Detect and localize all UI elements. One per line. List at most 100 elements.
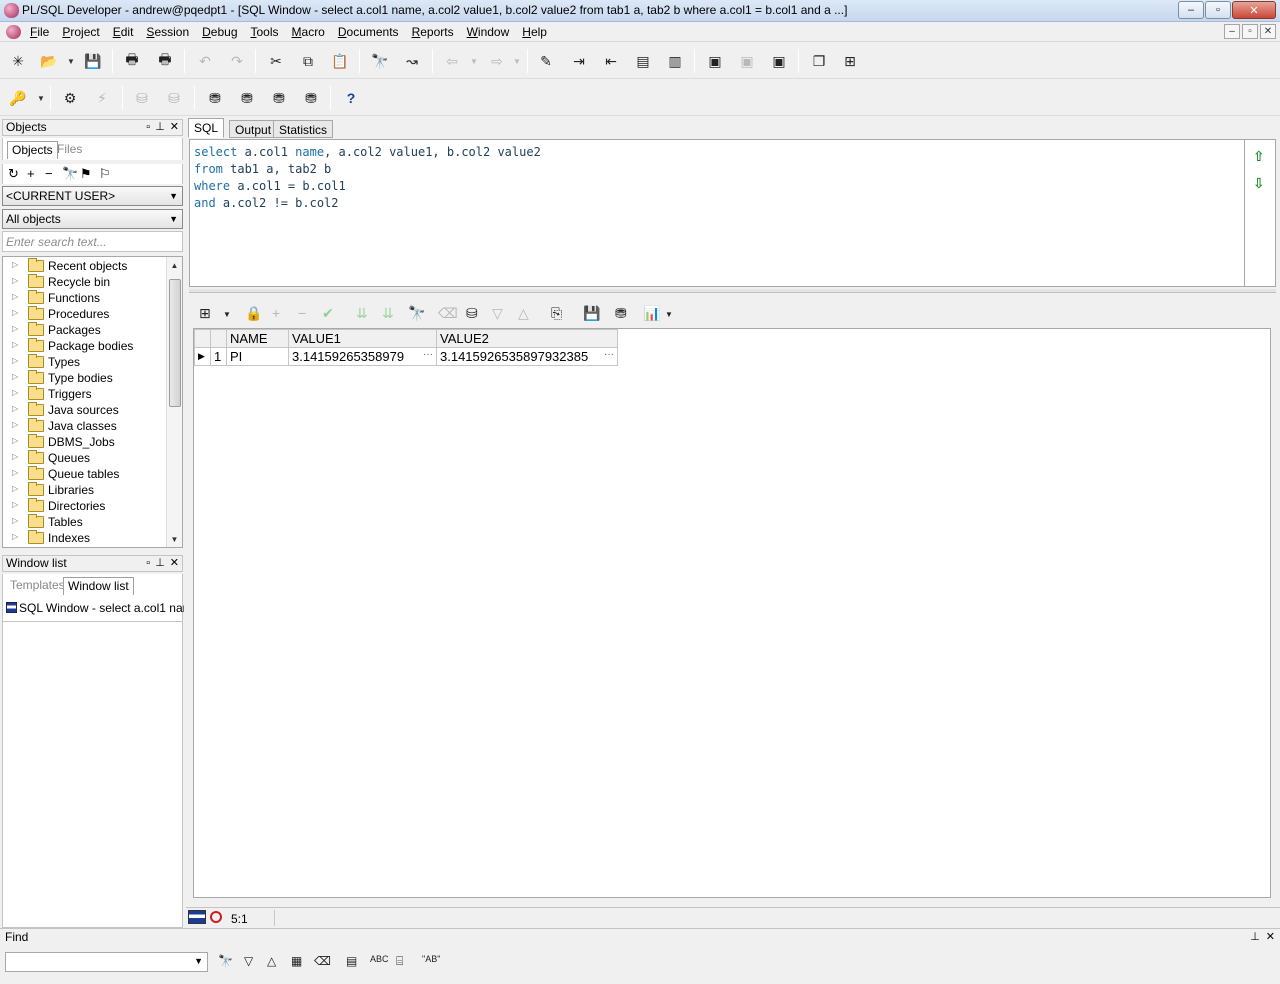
next-page-icon[interactable]: ⇊ xyxy=(356,305,368,322)
redo-icon[interactable]: ↷ xyxy=(227,51,247,71)
owner-combo[interactable]: <CURRENT USER> ▼ xyxy=(2,186,183,206)
panel-close-icon[interactable]: ✕ xyxy=(1266,930,1275,943)
execute-icon[interactable]: ⚙ xyxy=(60,88,80,108)
tree-item[interactable]: ▷ DBMS_Jobs xyxy=(3,434,168,450)
chart-icon[interactable]: 📊 xyxy=(643,305,660,322)
tab-templates[interactable]: Templates xyxy=(6,577,69,595)
tree-scrollbar[interactable]: ▲ ▼ xyxy=(166,257,182,547)
restore-button[interactable]: ▫ xyxy=(1205,1,1231,19)
find-previous-icon[interactable]: △ xyxy=(267,954,276,968)
tab-sql[interactable]: SQL xyxy=(188,118,225,138)
expander-icon[interactable]: ▷ xyxy=(12,436,18,445)
scroll-up-icon[interactable]: ▲ xyxy=(167,258,182,272)
db-sqlwin-icon[interactable]: ⛃ xyxy=(237,88,257,108)
export-icon[interactable]: ⇨ xyxy=(487,51,507,71)
delete-record-icon[interactable]: − xyxy=(298,305,306,321)
menu-macro[interactable]: Macro xyxy=(292,25,325,39)
add-icon[interactable]: + xyxy=(27,166,35,181)
tree-item[interactable]: ▷ Java classes xyxy=(3,418,168,434)
binoculars-icon[interactable]: 🔭 xyxy=(62,166,78,182)
selection-icon[interactable]: ▤ xyxy=(346,954,357,968)
sql-line[interactable]: where a.col1 = b.col1 xyxy=(194,179,1240,196)
sql-line[interactable]: and a.col2 != b.col2 xyxy=(194,196,1240,213)
lock-icon[interactable]: 🔒 xyxy=(245,305,262,322)
sql-line[interactable]: select a.col1 name, a.col2 value1, b.col… xyxy=(194,145,1240,162)
refresh-icon[interactable]: ↻ xyxy=(8,166,19,182)
window-arrange-icon[interactable]: ▣ xyxy=(769,51,789,71)
filter-icon[interactable]: ⚑ xyxy=(80,166,92,182)
find-icon[interactable]: 🔭 xyxy=(370,51,390,71)
print-icon[interactable]: 🖶 xyxy=(122,51,142,71)
mdi-minimize-button[interactable]: – xyxy=(1224,24,1240,39)
tree-item[interactable]: ▷ Functions xyxy=(3,290,168,306)
expander-icon[interactable]: ▷ xyxy=(12,404,18,413)
tree-item[interactable]: ▷ Tables xyxy=(3,514,168,530)
menu-help[interactable]: Help xyxy=(522,25,547,39)
object-search-input[interactable]: Enter search text... xyxy=(2,231,183,252)
pin-icon[interactable]: ⊥ xyxy=(155,120,165,135)
arrow-down-icon[interactable]: ⇩ xyxy=(1253,175,1265,192)
ellipsis-icon[interactable]: ··· xyxy=(423,349,433,360)
menu-project[interactable]: Project xyxy=(62,25,99,39)
tree-item[interactable]: ▷ Java sources xyxy=(3,402,168,418)
expander-icon[interactable]: ▷ xyxy=(12,452,18,461)
tree-item[interactable]: ▷ Queue tables xyxy=(3,466,168,482)
unindent-icon[interactable]: ⇤ xyxy=(601,51,621,71)
post-changes-icon[interactable]: ✔ xyxy=(322,305,334,322)
db-icon[interactable]: ⛃ xyxy=(615,305,627,322)
highlight-icon[interactable]: ▦ xyxy=(291,954,302,968)
export-results-icon[interactable]: ⎘ xyxy=(551,305,562,322)
menu-debug[interactable]: Debug xyxy=(202,25,237,39)
arrow-up-icon[interactable]: ⇧ xyxy=(1253,148,1265,165)
last-page-icon[interactable]: ⇊ xyxy=(382,305,394,322)
import-dropdown-icon[interactable]: ▼ xyxy=(470,57,478,66)
expander-icon[interactable]: ▷ xyxy=(12,516,18,525)
whole-word-icon[interactable]: ⌸ xyxy=(396,954,403,969)
undo-icon[interactable]: ↶ xyxy=(195,51,215,71)
expander-icon[interactable]: ▷ xyxy=(12,260,18,269)
expander-icon[interactable]: ▷ xyxy=(12,372,18,381)
tab-output[interactable]: Output xyxy=(229,120,278,138)
tree-item[interactable]: ▷ Libraries xyxy=(3,482,168,498)
pin-icon[interactable]: ⊥ xyxy=(155,556,165,571)
tab-statistics[interactable]: Statistics xyxy=(273,120,334,138)
table-cell[interactable]: 3.1415926535897932385 ··· xyxy=(436,347,618,366)
uncomment-icon[interactable]: ▥ xyxy=(665,51,685,71)
cut-icon[interactable]: ✂ xyxy=(266,51,286,71)
open-icon[interactable]: 📂 xyxy=(39,51,59,71)
float-icon[interactable]: ▫ xyxy=(146,120,150,135)
tree-item[interactable]: ▷ Types xyxy=(3,354,168,370)
table-cell[interactable]: 3.14159265358979 ··· xyxy=(288,347,437,366)
mdi-restore-button[interactable]: ▫ xyxy=(1242,24,1258,39)
tile-icon[interactable]: ⊞ xyxy=(840,51,860,71)
tree-item[interactable]: ▷ Recent objects xyxy=(3,258,168,274)
new-icon[interactable]: ✳ xyxy=(8,51,28,71)
db-explain-icon[interactable]: ⛃ xyxy=(301,88,321,108)
list-item[interactable]: SQL Window - select a.col1 name, xyxy=(6,601,184,615)
tree-item[interactable]: ▷ Type bodies xyxy=(3,370,168,386)
mdi-close-button[interactable]: ✕ xyxy=(1260,24,1276,39)
query-by-example-icon[interactable]: ⛁ xyxy=(466,305,478,322)
save-results-icon[interactable]: 💾 xyxy=(583,305,600,322)
tab-files[interactable]: Files xyxy=(53,141,86,159)
find-next-icon[interactable]: ▽ xyxy=(244,954,253,968)
comment-icon[interactable]: ▤ xyxy=(633,51,653,71)
grid-dropdown-icon[interactable]: ▼ xyxy=(223,310,231,319)
tree-item[interactable]: ▷ Package bodies xyxy=(3,338,168,354)
find-icon[interactable]: 🔭 xyxy=(218,954,233,968)
tree-item[interactable]: ▷ Recycle bin xyxy=(3,274,168,290)
db-sql-icon[interactable]: ⛃ xyxy=(205,88,225,108)
expander-icon[interactable]: ▷ xyxy=(12,420,18,429)
minimize-button[interactable]: – xyxy=(1178,1,1204,19)
chevron-down-icon[interactable]: ▼ xyxy=(194,956,203,966)
next-icon[interactable]: △ xyxy=(518,305,529,322)
scroll-thumb[interactable] xyxy=(169,279,181,407)
column-header[interactable]: VALUE1 xyxy=(288,329,437,348)
paste-icon[interactable]: 📋 xyxy=(330,51,350,71)
editor-result-splitter[interactable] xyxy=(189,289,1276,293)
expander-icon[interactable]: ▷ xyxy=(12,388,18,397)
panel-close-icon[interactable]: ✕ xyxy=(170,556,179,571)
expander-icon[interactable]: ▷ xyxy=(12,308,18,317)
tab-objects[interactable]: Objects xyxy=(7,141,58,159)
close-button[interactable]: ✕ xyxy=(1232,1,1276,19)
